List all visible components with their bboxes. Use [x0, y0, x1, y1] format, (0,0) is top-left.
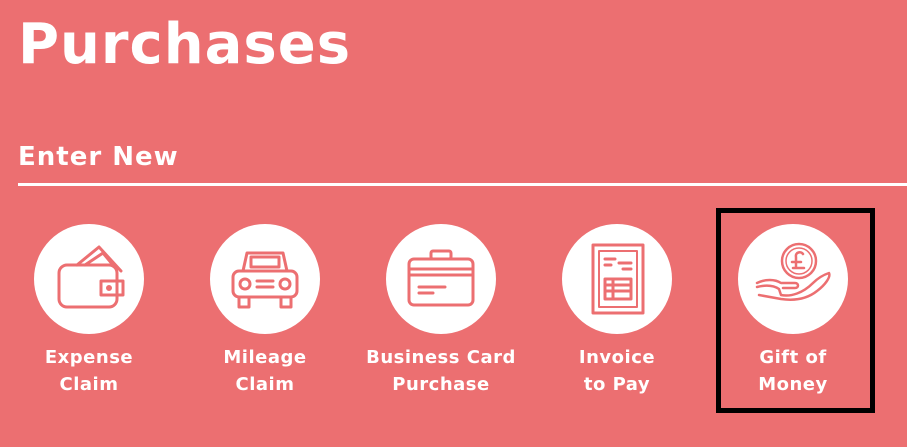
mileage-claim-label: Mileage Claim: [177, 344, 353, 398]
car-icon: [231, 251, 299, 309]
business-card-purchase-button[interactable]: Business Card Purchase: [353, 224, 529, 398]
mileage-claim-icon-circle[interactable]: [210, 224, 320, 334]
section-title: Enter New: [18, 142, 179, 172]
mileage-claim-label-line2: Claim: [235, 374, 295, 395]
invoice-to-pay-icon-circle[interactable]: [562, 224, 672, 334]
invoice-to-pay-label: Invoice to Pay: [529, 344, 705, 398]
mileage-claim-button[interactable]: Mileage Claim: [177, 224, 353, 398]
section-divider: [18, 183, 907, 186]
hand-holding-pound-coin-icon: [755, 242, 831, 301]
invoice-to-pay-label-line2: to Pay: [583, 374, 651, 395]
invoice-to-pay-label-line1: Invoice: [578, 347, 656, 368]
expense-claim-button[interactable]: Expense Claim: [1, 224, 177, 398]
purchases-page: Purchases Enter New Expense Claim Mileag…: [0, 0, 907, 447]
expense-claim-label-line1: Expense: [44, 347, 134, 368]
business-card-purchase-label-line2: Purchase: [392, 374, 490, 395]
gift-of-money-icon-circle[interactable]: [738, 224, 848, 334]
gift-of-money-label: Gift of Money: [705, 344, 881, 398]
gift-of-money-label-line1: Gift of: [759, 347, 827, 368]
business-card-purchase-label-line1: Business Card: [366, 347, 516, 368]
business-card-purchase-icon-circle[interactable]: [386, 224, 496, 334]
expense-claim-label: Expense Claim: [1, 344, 177, 398]
credit-card-icon: [407, 249, 475, 307]
invoice-to-pay-button[interactable]: Invoice to Pay: [529, 224, 705, 398]
expense-claim-label-line2: Claim: [59, 374, 119, 395]
gift-of-money-button[interactable]: Gift of Money: [705, 224, 881, 398]
page-title: Purchases: [18, 12, 352, 77]
invoice-document-icon: [591, 243, 645, 315]
gift-of-money-label-line2: Money: [758, 374, 828, 395]
mileage-claim-label-line1: Mileage: [223, 347, 307, 368]
wallet-icon: [57, 245, 125, 309]
expense-claim-icon-circle[interactable]: [34, 224, 144, 334]
enter-new-options: Expense Claim Mileage Claim Business Car…: [0, 224, 907, 424]
business-card-purchase-label: Business Card Purchase: [353, 344, 529, 398]
